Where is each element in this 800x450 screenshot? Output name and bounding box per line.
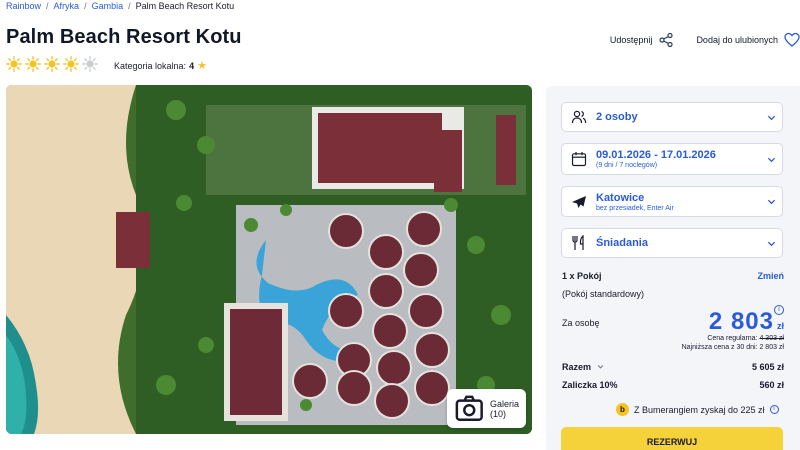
gallery-label: Galeria (10) xyxy=(489,398,519,419)
regular-price: Cena regularna: 4 303 zł xyxy=(707,335,784,342)
breadcrumb-link-rainbow[interactable]: Rainbow xyxy=(6,1,41,11)
dates-select[interactable]: 09.01.2026 - 17.01.2026 (9 dni / 7 nocle… xyxy=(561,143,783,175)
local-category-label: Kategoria lokalna: xyxy=(114,60,187,71)
chevron-down-icon xyxy=(767,157,775,162)
page-title: Palm Beach Resort Kotu xyxy=(6,26,242,48)
boomerang-info-icon[interactable]: i xyxy=(769,405,779,414)
chevron-down-icon xyxy=(597,365,603,369)
boomerang-icon: b xyxy=(616,403,629,416)
sun-icon xyxy=(63,56,79,72)
heart-icon xyxy=(784,32,800,47)
departure-sub: bez przesiadek, Enter Air xyxy=(596,204,674,212)
resort-aerial-image xyxy=(6,85,532,434)
dates-value: 09.01.2026 - 17.01.2026 xyxy=(596,149,716,161)
sun-icon xyxy=(44,56,60,72)
total-label: Razem xyxy=(562,362,592,372)
regular-price-label: Cena regularna: xyxy=(707,335,758,342)
lowest-price-label: Najniższa cena z 30 dni: xyxy=(681,344,758,351)
deposit-value: 560 zł xyxy=(759,380,784,390)
deposit-label: Zaliczka 10% xyxy=(562,380,618,390)
booking-panel: 2 osoby 09.01.2026 - 17.01.2026 (9 dni /… xyxy=(546,86,800,450)
chevron-down-icon xyxy=(767,241,775,246)
room-count: 1 x Pokój xyxy=(562,271,602,281)
price-value: 2 803 xyxy=(708,308,774,335)
total-value: 5 605 zł xyxy=(751,362,784,372)
breadcrumb-link-africa[interactable]: Afryka xyxy=(54,1,80,11)
persons-value: 2 osoby xyxy=(596,111,638,123)
sun-empty-icon xyxy=(82,56,98,72)
sun-icon xyxy=(6,56,22,72)
persons-select[interactable]: 2 osoby xyxy=(561,102,783,132)
chevron-down-icon xyxy=(767,199,775,205)
breadcrumb-current: Palm Beach Resort Kotu xyxy=(135,1,235,11)
reserve-button[interactable]: REZERWUJ xyxy=(561,427,783,450)
room-type: (Pokój standardowy) xyxy=(562,289,645,299)
sun-rating xyxy=(6,56,98,72)
breadcrumb-separator: / xyxy=(128,1,131,11)
breadcrumb: Rainbow / Afryka / Gambia / Palm Beach R… xyxy=(6,1,234,11)
board-value: Śniadania xyxy=(596,237,648,249)
local-category: Kategoria lokalna: 4 ★ xyxy=(114,59,207,72)
local-category-value: 4 xyxy=(189,60,195,71)
breadcrumb-link-gambia[interactable]: Gambia xyxy=(92,1,124,11)
room-row: 1 x Pokój Zmień xyxy=(562,271,784,281)
price-per-person: 2 803 zł xyxy=(709,308,784,336)
lowest-price-value: 2 803 zł xyxy=(759,344,784,351)
deposit-row: Zaliczka 10% 560 zł xyxy=(562,380,784,390)
board-select[interactable]: Śniadania xyxy=(561,228,783,258)
star-icon: ★ xyxy=(197,60,207,72)
share-label: Udostępnij xyxy=(609,35,653,45)
camera-icon xyxy=(456,396,484,422)
top-actions: Udostępnij Dodaj do ulubionych xyxy=(610,32,800,48)
share-button[interactable]: Udostępnij xyxy=(610,32,675,48)
departure-value: Katowice xyxy=(596,191,645,204)
boomerang-text: Z Bumerangiem zyskaj do 225 zł xyxy=(634,404,765,415)
price-currency: zł xyxy=(776,321,784,331)
boomerang-promo: b Z Bumerangiem zyskaj do 225 zł i xyxy=(616,403,779,416)
share-icon xyxy=(659,32,674,48)
breadcrumb-separator: / xyxy=(84,1,87,11)
cutlery-icon xyxy=(572,235,584,250)
lowest-price: Najniższa cena z 30 dni: 2 803 zł xyxy=(682,344,784,351)
add-to-favorites-button[interactable]: Dodaj do ulubionych xyxy=(696,32,800,48)
dates-sub: (9 dni / 7 noclegów) xyxy=(596,162,658,169)
plane-icon xyxy=(572,195,586,208)
total-row[interactable]: Razem 5 605 zł xyxy=(562,362,784,372)
hotel-photo[interactable]: Galeria (10) xyxy=(6,85,532,434)
sun-icon xyxy=(25,56,41,72)
breadcrumb-separator: / xyxy=(46,1,49,11)
calendar-icon xyxy=(571,152,587,167)
change-room-link[interactable]: Zmień xyxy=(757,271,784,281)
regular-price-value: 4 303 zł xyxy=(759,335,784,342)
departure-select[interactable]: Katowice bez przesiadek, Enter Air xyxy=(561,186,783,217)
favorite-label: Dodaj do ulubionych xyxy=(696,35,778,45)
gallery-button[interactable]: Galeria (10) xyxy=(447,389,526,428)
chevron-down-icon xyxy=(767,115,775,120)
persons-icon xyxy=(571,110,587,124)
